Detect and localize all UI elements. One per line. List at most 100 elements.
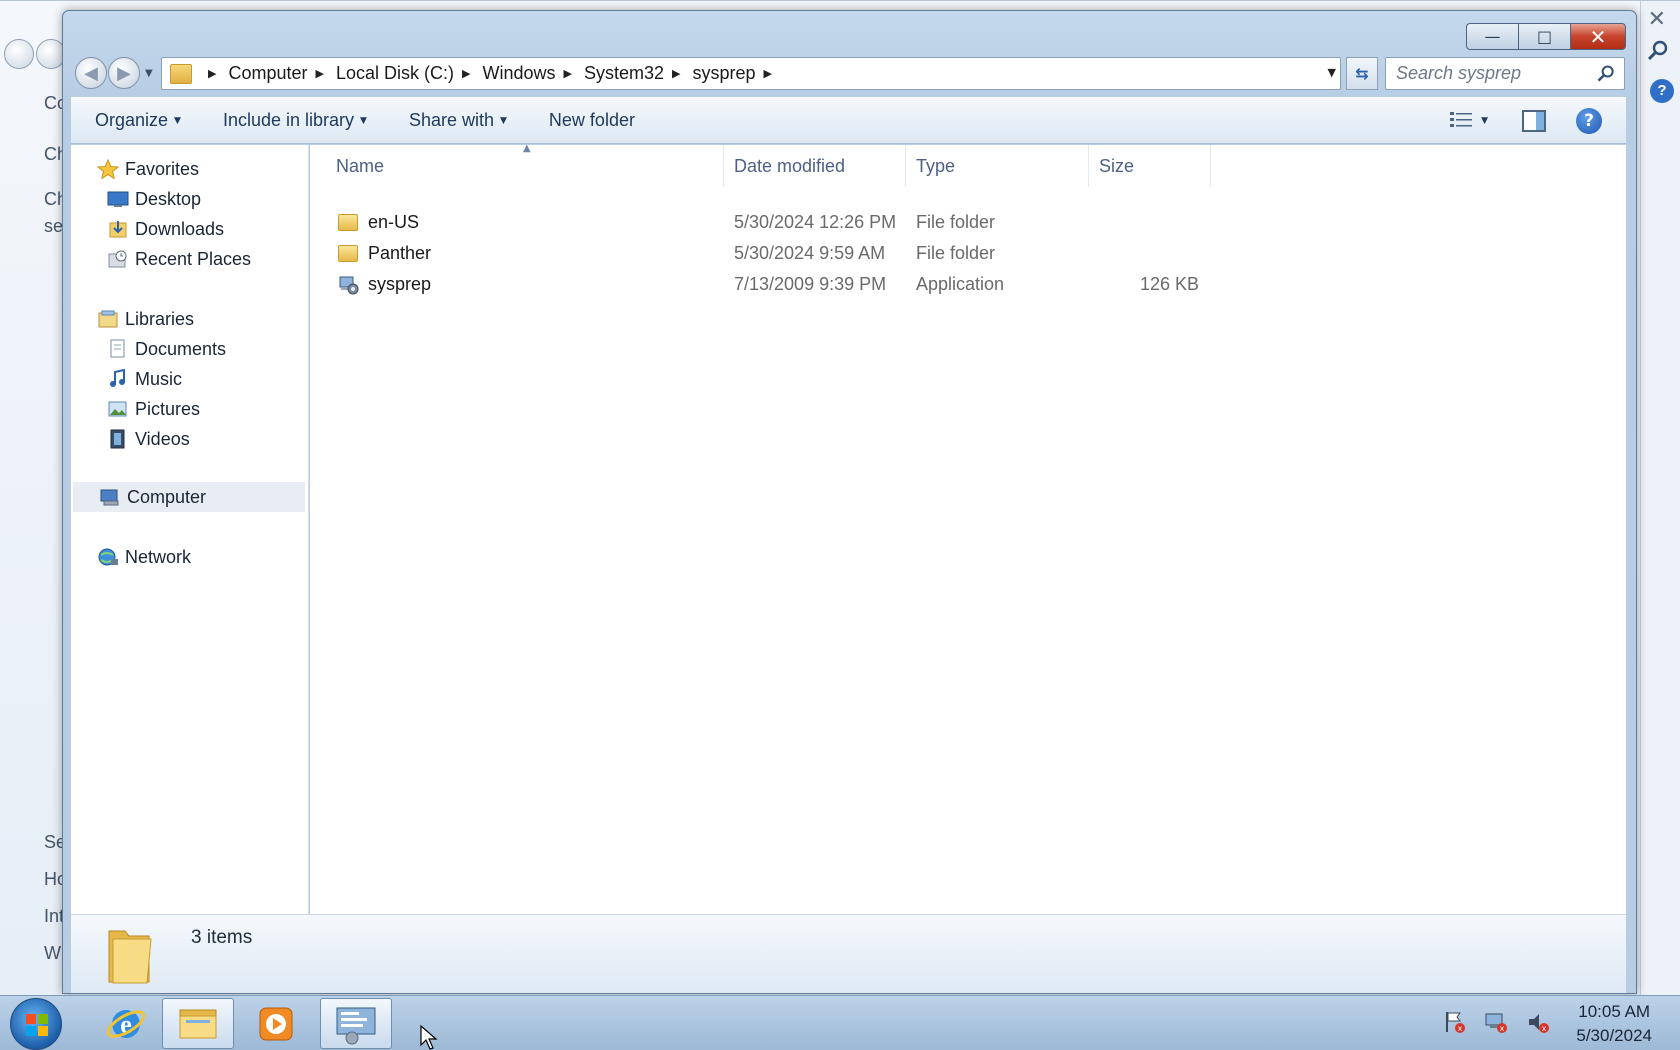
file-name-cell[interactable]: en-US — [338, 207, 419, 238]
file-list-pane: ▲ Name Date modified Type Size en-US 5/3… — [310, 143, 1626, 914]
column-header-type[interactable]: Type — [906, 145, 1089, 187]
nav-music[interactable]: Music — [107, 364, 182, 394]
preview-pane-icon[interactable] — [1522, 109, 1546, 132]
taskbar-system-properties[interactable] — [320, 998, 392, 1049]
address-bar[interactable]: ▶ Computer ▶ Local Disk (C:) ▶ Windows ▶ Sy… — [161, 57, 1341, 90]
item-count: 3 items — [191, 927, 253, 948]
breadcrumb-system32[interactable]: System32 ▶ — [584, 63, 693, 84]
nav-documents[interactable]: Documents — [107, 334, 226, 364]
search-box[interactable] — [1385, 57, 1625, 90]
breadcrumb-label[interactable]: sysprep — [692, 63, 755, 84]
breadcrumb-root-arrow[interactable]: ▶ — [200, 67, 228, 80]
network-icon — [98, 548, 118, 566]
refresh-button[interactable]: ⇆ — [1346, 57, 1378, 90]
nav-pictures-label: Pictures — [135, 398, 201, 419]
change-view-icon[interactable] — [1449, 110, 1473, 132]
volume-muted-icon[interactable]: x — [1526, 1010, 1550, 1034]
nav-network[interactable]: Network — [97, 542, 191, 572]
breadcrumb-label[interactable]: Computer — [228, 63, 307, 84]
address-dropdown-icon[interactable]: ▼ — [1328, 66, 1336, 79]
taskbar: e x x x 10:05 AM 5/30/2024 — [0, 995, 1680, 1050]
share-with-menu[interactable]: Share with ▼ — [383, 98, 523, 143]
folder-icon — [108, 930, 152, 984]
breadcrumb-windows[interactable]: Windows ▶ — [482, 63, 584, 84]
file-date-modified: 5/30/2024 12:26 PM — [734, 212, 897, 232]
background-text-fragment: se — [44, 216, 64, 236]
file-row[interactable]: Panther 5/30/2024 9:59 AM File folder — [310, 238, 1626, 269]
background-close-icon[interactable]: ✕ — [1648, 7, 1666, 32]
background-help-icon[interactable]: ? — [1650, 79, 1674, 103]
column-header-size[interactable]: Size — [1089, 145, 1211, 187]
music-icon — [110, 369, 125, 387]
chevron-right-icon[interactable]: ▶ — [208, 67, 216, 80]
new-folder-label: New folder — [548, 110, 635, 130]
explorer-window: — □ ✕ ◀ ▶ ▼ ▶ Computer ▶ Local Disk (C:) ▶… — [62, 10, 1637, 994]
clock-date: 5/30/2024 — [1576, 1026, 1652, 1045]
breadcrumb-sysprep[interactable]: sysprep ▶ — [692, 63, 784, 84]
chevron-right-icon[interactable]: ▶ — [316, 67, 324, 80]
taskbar-internet-explorer[interactable]: e — [90, 998, 162, 1049]
breadcrumb-label[interactable]: Windows — [482, 63, 555, 84]
taskbar-windows-explorer[interactable] — [162, 998, 234, 1049]
forward-button[interactable]: ▶ — [108, 57, 140, 89]
file-name: Panther — [368, 243, 432, 263]
nav-downloads-label: Downloads — [135, 218, 225, 239]
back-button[interactable]: ◀ — [75, 57, 107, 89]
nav-computer-label: Computer — [127, 486, 207, 507]
network-disconnected-icon[interactable]: x — [1484, 1010, 1508, 1034]
clock-time: 10:05 AM — [1578, 1002, 1651, 1021]
file-type: Application — [916, 274, 1005, 294]
file-type: File folder — [916, 212, 996, 232]
breadcrumb-label[interactable]: Local Disk (C:) — [336, 63, 454, 84]
close-button[interactable]: ✕ — [1570, 23, 1626, 50]
nav-downloads[interactable]: Downloads — [107, 214, 224, 244]
breadcrumb-computer[interactable]: Computer ▶ — [228, 63, 336, 84]
videos-icon — [110, 429, 125, 449]
nav-videos[interactable]: Videos — [107, 424, 190, 454]
nav-libraries-label: Libraries — [125, 308, 195, 329]
include-in-library-label: Include in library — [222, 110, 355, 130]
breadcrumb-local-disk[interactable]: Local Disk (C:) ▶ — [336, 63, 483, 84]
include-in-library-menu[interactable]: Include in library ▼ — [197, 98, 383, 143]
search-input[interactable] — [1386, 58, 1586, 89]
new-folder-button[interactable]: New folder — [523, 98, 651, 143]
column-header-name[interactable]: Name — [318, 145, 724, 187]
nav-desktop[interactable]: Desktop — [107, 184, 201, 214]
start-button[interactable] — [10, 998, 62, 1050]
details-pane: 3 items — [71, 914, 1626, 993]
nav-pictures[interactable]: Pictures — [107, 394, 200, 424]
file-date-modified: 5/30/2024 9:59 AM — [734, 243, 886, 263]
chevron-right-icon[interactable]: ▶ — [462, 67, 470, 80]
breadcrumb-label[interactable]: System32 — [584, 63, 664, 84]
minimize-button[interactable]: — — [1466, 23, 1518, 50]
nav-recent-places[interactable]: Recent Places — [107, 244, 251, 274]
nav-favorites[interactable]: Favorites — [97, 154, 199, 184]
file-row[interactable]: en-US 5/30/2024 12:26 PM File folder — [310, 207, 1626, 238]
file-name-cell[interactable]: Panther — [338, 238, 431, 269]
organize-menu[interactable]: Organize ▼ — [71, 98, 197, 143]
file-name-cell[interactable]: sysprep — [338, 269, 431, 300]
action-center-flag-icon[interactable]: x — [1442, 1010, 1466, 1034]
column-header-date-modified[interactable]: Date modified — [724, 145, 906, 187]
help-icon[interactable]: ? — [1576, 107, 1602, 134]
views-dropdown-icon[interactable]: ▼ — [1481, 116, 1488, 126]
chevron-right-icon[interactable]: ▶ — [672, 67, 680, 80]
chevron-right-icon[interactable]: ▶ — [564, 67, 572, 80]
desktop-icon — [107, 191, 129, 207]
recent-pages-dropdown-icon[interactable]: ▼ — [145, 68, 153, 79]
maximize-button[interactable]: □ — [1518, 23, 1570, 50]
background-search-icon[interactable] — [1646, 39, 1670, 63]
file-size: 126 KB — [1139, 274, 1199, 294]
nav-favorites-label: Favorites — [125, 158, 200, 179]
svg-text:x: x — [1500, 1024, 1505, 1033]
file-row[interactable]: sysprep 7/13/2009 9:39 PM Application 12… — [310, 269, 1626, 300]
taskbar-media-player[interactable] — [240, 998, 312, 1049]
nav-computer[interactable]: Computer — [73, 482, 305, 512]
windows-explorer-icon — [179, 1009, 217, 1038]
folder-icon — [338, 245, 358, 262]
chevron-right-icon[interactable]: ▶ — [764, 67, 772, 80]
nav-libraries[interactable]: Libraries — [97, 304, 194, 334]
system-clock[interactable]: 10:05 AM 5/30/2024 — [1576, 1000, 1652, 1048]
search-icon[interactable] — [1596, 64, 1616, 84]
command-bar: Organize ▼ Include in library ▼ Share with… — [71, 97, 1626, 144]
